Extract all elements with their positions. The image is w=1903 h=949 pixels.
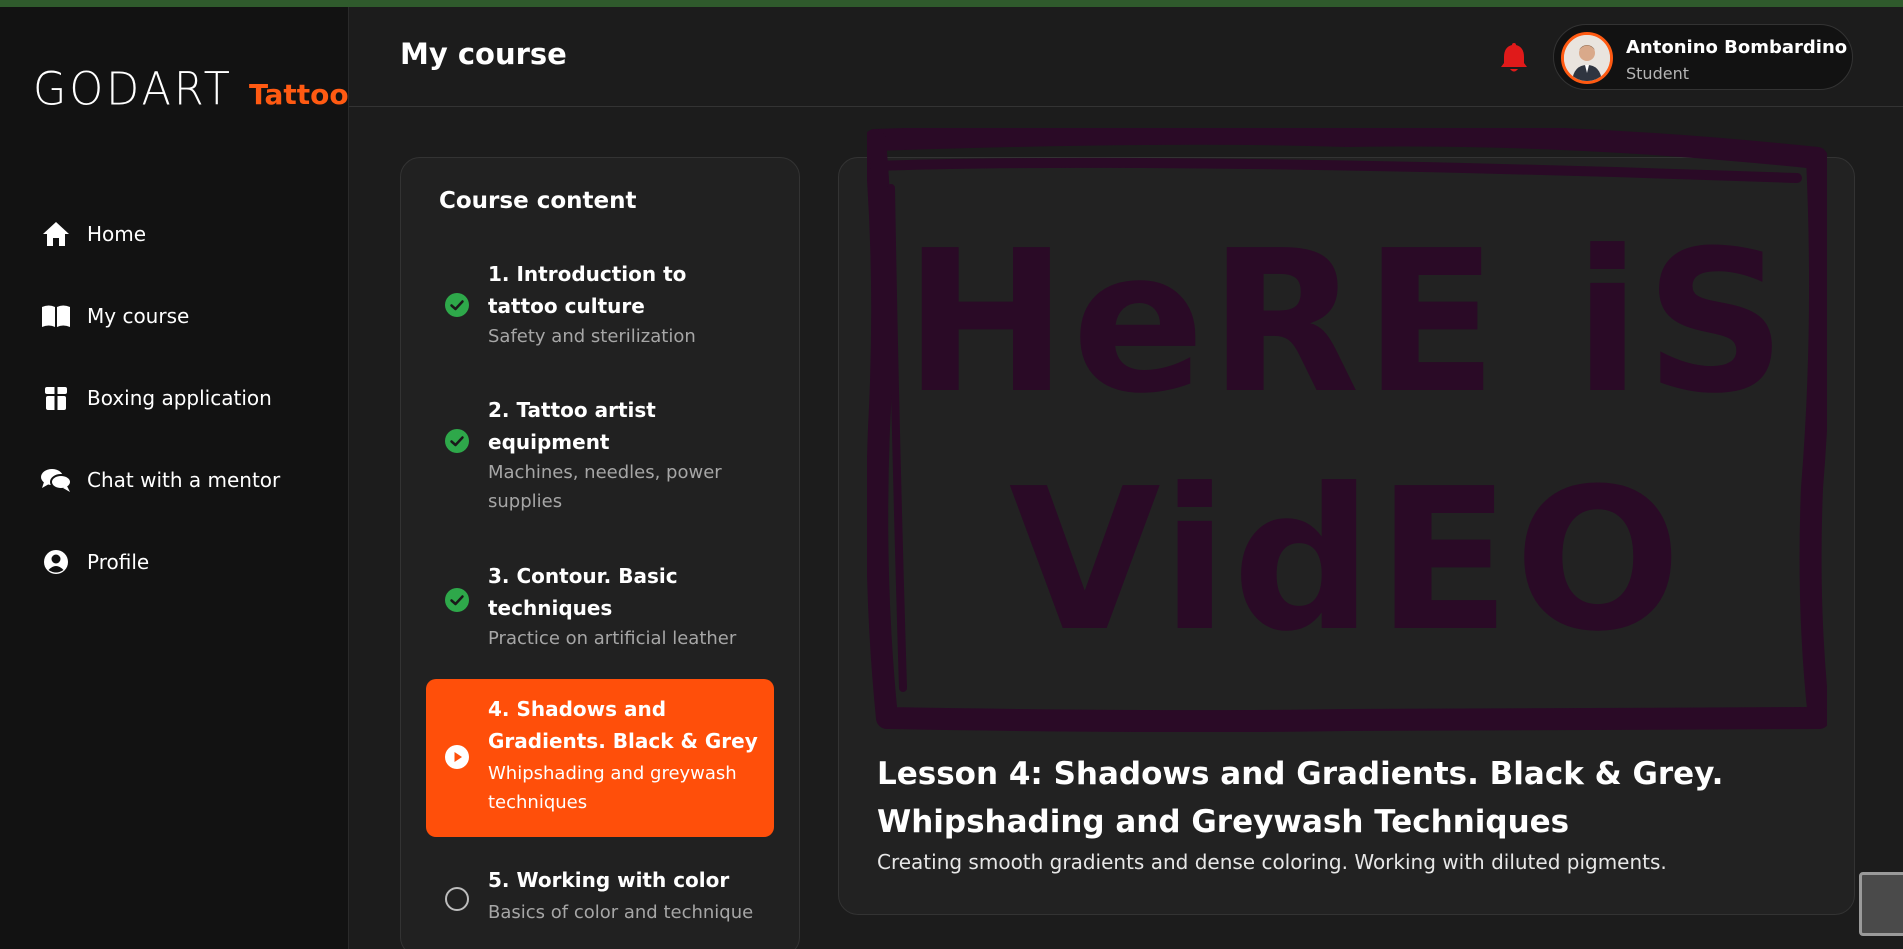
top-accent-line bbox=[0, 0, 1903, 7]
lesson-video-description: Creating smooth gradients and dense colo… bbox=[877, 850, 1667, 874]
user-menu[interactable]: Antonino Bombardino Student bbox=[1553, 24, 1853, 90]
sidebar-item-label: Chat with a mentor bbox=[87, 468, 281, 492]
lesson-subtitle: Whipshading and greywash techniques bbox=[488, 763, 737, 813]
box-icon bbox=[40, 382, 72, 414]
sidebar: GODART Tattoo Home My course Boxing appl… bbox=[0, 7, 349, 949]
check-circle-icon bbox=[445, 429, 469, 453]
sidebar-item-profile[interactable]: Profile bbox=[40, 521, 280, 603]
bell-icon[interactable] bbox=[1499, 41, 1529, 75]
logo-accent-text: Tattoo bbox=[248, 78, 349, 111]
user-name: Antonino Bombardino bbox=[1626, 37, 1848, 58]
lesson-item-2[interactable]: 2. Tattoo artist equipment Machines, nee… bbox=[426, 394, 774, 524]
sidebar-nav: Home My course Boxing application Chat w… bbox=[40, 193, 280, 603]
lesson-subtitle: Basics of color and technique bbox=[488, 902, 754, 923]
logo[interactable]: GODART Tattoo bbox=[33, 63, 349, 117]
lesson-title: 4. Shadows and Gradients. Black & Grey bbox=[488, 697, 758, 753]
logo-text: GODART bbox=[33, 63, 233, 117]
video-player[interactable]: HeRE iS VidEO bbox=[867, 128, 1827, 732]
lesson-title: 2. Tattoo artist equipment bbox=[488, 398, 656, 454]
lesson-title: 5. Working with color bbox=[488, 868, 730, 892]
video-placeholder-line-1: HeRE iS bbox=[904, 209, 1790, 437]
avatar bbox=[1561, 32, 1613, 84]
lesson-video-panel: HeRE iS VidEO Lesson 4: Shadows and Grad… bbox=[838, 128, 1855, 915]
home-icon bbox=[40, 218, 72, 250]
header: My course Antonino Bombardino Student bbox=[349, 7, 1903, 107]
empty-circle-icon bbox=[445, 887, 469, 911]
user-role: Student bbox=[1626, 64, 1689, 83]
sidebar-item-label: Home bbox=[87, 222, 147, 246]
lesson-subtitle: Machines, needles, power supplies bbox=[488, 462, 722, 512]
sidebar-item-boxing-application[interactable]: Boxing application bbox=[40, 357, 280, 439]
lesson-item-3[interactable]: 3. Contour. Basic techniques Practice on… bbox=[426, 560, 774, 670]
video-placeholder-line-2: VidEO bbox=[1009, 447, 1685, 675]
page-title: My course bbox=[400, 37, 567, 71]
check-circle-icon bbox=[445, 588, 469, 612]
sidebar-item-chat-with-mentor[interactable]: Chat with a mentor bbox=[40, 439, 280, 521]
book-icon bbox=[40, 300, 72, 332]
sidebar-item-label: Boxing application bbox=[87, 386, 272, 410]
lesson-video-title: Lesson 4: Shadows and Gradients. Black &… bbox=[877, 756, 1724, 840]
lesson-item-1[interactable]: 1. Introduction to tattoo culture Safety… bbox=[426, 258, 774, 368]
floating-corner-button[interactable] bbox=[1859, 872, 1903, 936]
lesson-title: 1. Introduction to tattoo culture bbox=[488, 262, 687, 318]
sidebar-item-label: My course bbox=[87, 304, 190, 328]
lesson-subtitle: Practice on artificial leather bbox=[488, 628, 737, 649]
lesson-title: 3. Contour. Basic techniques bbox=[488, 564, 678, 620]
course-content-title: Course content bbox=[439, 188, 637, 214]
chat-icon bbox=[40, 464, 72, 496]
lesson-item-5[interactable]: 5. Working with color Basics of color an… bbox=[426, 864, 774, 934]
sidebar-item-my-course[interactable]: My course bbox=[40, 275, 280, 357]
play-circle-icon bbox=[445, 745, 469, 769]
course-content-panel: Course content 1. Introduction to tattoo… bbox=[400, 157, 800, 949]
lesson-item-4-current[interactable]: 4. Shadows and Gradients. Black & Grey W… bbox=[426, 679, 774, 837]
check-circle-icon bbox=[445, 293, 469, 317]
lesson-subtitle: Safety and sterilization bbox=[488, 326, 696, 347]
user-circle-icon bbox=[40, 546, 72, 578]
sidebar-item-label: Profile bbox=[87, 550, 150, 574]
sidebar-item-home[interactable]: Home bbox=[40, 193, 280, 275]
